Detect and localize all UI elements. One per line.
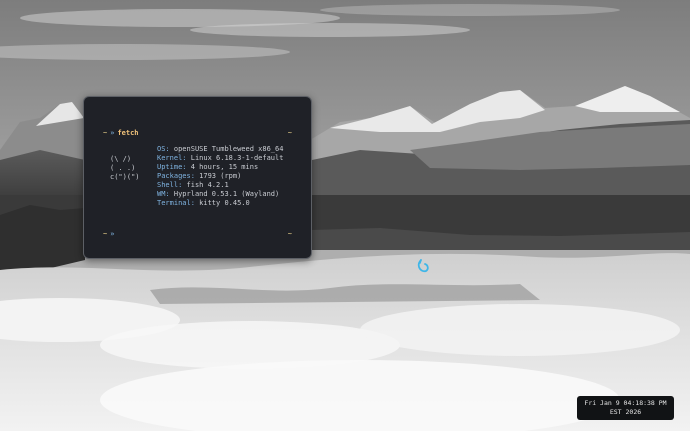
info-row-uptime: Uptime: 4 hours, 15 mins [157, 163, 283, 172]
ascii-line: (\ /) [110, 155, 132, 163]
clock-zone-year: EST 2026 [609, 408, 642, 416]
info-key: Terminal: [157, 199, 195, 207]
prompt-tilde: ~ [103, 129, 108, 137]
info-row-terminal: Terminal: kitty 0.45.0 [157, 199, 283, 208]
info-key: OS: [157, 145, 170, 153]
prompt-right-tilde: ~ [287, 129, 292, 137]
terminal-window[interactable]: ~» fetch ~ (\ /)( . .) c(")(") OS: openSUS… [83, 96, 312, 259]
ascii-logo: (\ /)( . .) c(")(") [110, 155, 140, 182]
clock-time: Fri Jan 9 04:18:38 PM [584, 399, 667, 407]
info-value: Linux 6.18.3-1-default [190, 154, 284, 162]
info-value: 1793 (rpm) [199, 172, 242, 180]
ascii-line: ( . .) [110, 164, 136, 172]
info-row-packages: Packages: 1793 (rpm) [157, 172, 283, 181]
system-info: OS: openSUSE Tumbleweed x86_64 Kernel: L… [157, 145, 283, 208]
prompt-command: fetch [117, 129, 139, 137]
info-key: Kernel: [157, 154, 187, 162]
info-value: openSUSE Tumbleweed x86_64 [173, 145, 284, 153]
info-key: Packages: [157, 172, 195, 180]
info-key: WM: [157, 190, 170, 198]
info-key: Shell: [157, 181, 183, 189]
busy-cursor-icon [417, 259, 429, 273]
prompt-tilde: ~ [103, 230, 108, 238]
prompt-arrow: » [110, 230, 115, 238]
info-key: Uptime: [157, 163, 187, 171]
clock-widget[interactable]: Fri Jan 9 04:18:38 PM EST 2026 [577, 396, 674, 420]
info-value: fish 4.2.1 [186, 181, 229, 189]
ascii-line: c(")(") [110, 173, 140, 181]
info-row-os: OS: openSUSE Tumbleweed x86_64 [157, 145, 283, 154]
info-value: 4 hours, 15 mins [190, 163, 259, 171]
info-value: Hyprland 0.53.1 (Wayland) [173, 190, 280, 198]
prompt-arrow: » [110, 129, 115, 137]
prompt-line-current[interactable]: ~» ~ [103, 230, 292, 239]
prompt-right-tilde: ~ [287, 230, 292, 238]
prompt-line: ~» fetch ~ [103, 129, 292, 138]
info-row-wm: WM: Hyprland 0.53.1 (Wayland) [157, 190, 283, 199]
info-value: kitty 0.45.0 [199, 199, 250, 207]
info-row-kernel: Kernel: Linux 6.18.3-1-default [157, 154, 283, 163]
info-row-shell: Shell: fish 4.2.1 [157, 181, 283, 190]
